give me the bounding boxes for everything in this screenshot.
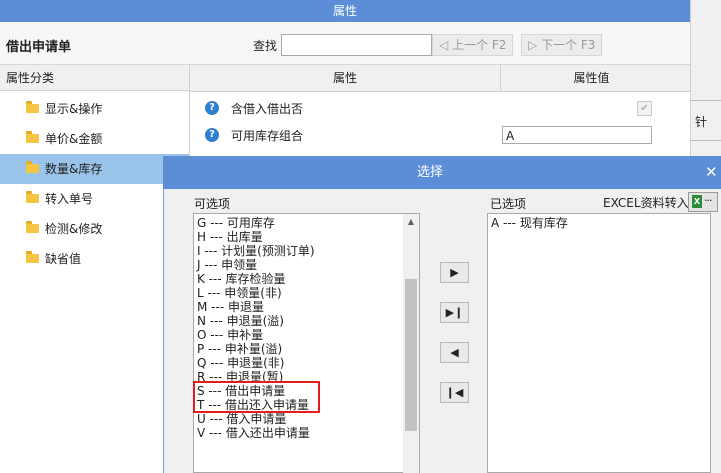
list-item[interactable]: G --- 可用库存 (197, 216, 275, 230)
folder-icon (26, 131, 39, 143)
right-panel-glyph: 针 (695, 115, 708, 129)
category-item-quantity[interactable]: 数量&库存 (0, 154, 189, 184)
list-item[interactable]: V --- 借入还出申请量 (197, 426, 310, 440)
folder-icon (26, 161, 39, 173)
category-label: 显示&操作 (45, 102, 103, 116)
help-icon[interactable]: ? (205, 101, 219, 115)
excel-import-button[interactable]: X ··· (688, 192, 718, 212)
property-value-field[interactable]: A (502, 126, 652, 144)
highlight-box (193, 381, 320, 413)
excel-import-label: EXCEL资料转入 (603, 196, 689, 210)
ellipsis-icon: ··· (704, 194, 712, 207)
add-all-button[interactable]: ▶❙ (440, 302, 469, 323)
column-header-attribute: 属性 (190, 65, 501, 91)
find-input[interactable] (281, 34, 432, 56)
folder-icon (26, 101, 39, 113)
divider (691, 100, 721, 101)
dialog-title: 选择 (416, 165, 443, 180)
folder-icon (26, 221, 39, 233)
property-name: 可用库存组合 (231, 129, 304, 143)
next-icon: ▷ (528, 38, 538, 52)
category-label: 转入单号 (45, 192, 94, 206)
category-item-transfer[interactable]: 转入单号 (0, 184, 189, 214)
list-item[interactable]: L --- 申领量(非) (197, 286, 282, 300)
find-previous-label: 上一个 F2 (452, 38, 507, 52)
divider (691, 140, 721, 141)
list-item[interactable]: K --- 库存检验量 (197, 272, 286, 286)
category-label: 缺省值 (45, 252, 82, 266)
find-next-button[interactable]: ▷ 下一个 F3 (521, 34, 603, 56)
list-item[interactable]: N --- 申退量(溢) (197, 314, 284, 328)
list-item[interactable]: A --- 现有库存 (491, 216, 568, 230)
category-item-check[interactable]: 检测&修改 (0, 214, 189, 244)
category-label: 数量&库存 (45, 162, 103, 176)
add-button[interactable]: ▶ (440, 262, 469, 283)
scroll-up-icon[interactable]: ▲ (403, 214, 419, 230)
column-header-value: 属性值 (573, 71, 610, 85)
scrollbar-thumb[interactable] (405, 279, 417, 431)
category-label: 单价&金额 (45, 132, 103, 146)
list-item[interactable]: M --- 申退量 (197, 300, 264, 314)
find-next-label: 下一个 F3 (541, 38, 596, 52)
folder-icon (26, 191, 39, 203)
property-name: 含借入借出否 (231, 102, 304, 116)
document-title: 借出申请单 (6, 40, 72, 55)
available-label: 可选项 (194, 197, 231, 211)
list-item[interactable]: J --- 申领量 (197, 258, 257, 272)
remove-button[interactable]: ◀ (440, 342, 469, 363)
window-title: 属性 (332, 4, 357, 18)
remove-all-button[interactable]: ❙◀ (440, 382, 469, 403)
category-label: 检测&修改 (45, 222, 103, 236)
excel-icon: X (692, 195, 702, 208)
category-item-price[interactable]: 单价&金额 (0, 124, 189, 154)
category-header: 属性分类 (0, 65, 189, 91)
find-label: 查找 (253, 39, 278, 53)
find-previous-button[interactable]: ◁ 上一个 F2 (432, 34, 514, 56)
help-icon[interactable]: ? (205, 128, 219, 142)
list-item[interactable]: Q --- 申退量(非) (197, 356, 284, 370)
window-titlebar: 属性 (0, 0, 690, 22)
previous-icon: ◁ (439, 38, 449, 52)
list-item[interactable]: P --- 申补量(溢) (197, 342, 282, 356)
list-item[interactable]: I --- 计划量(预测订单) (197, 244, 315, 258)
available-list[interactable]: G --- 可用库存 H --- 出库量 I --- 计划量(预测订单) J -… (193, 213, 420, 473)
list-item[interactable]: O --- 申补量 (197, 328, 263, 342)
category-item-display[interactable]: 显示&操作 (0, 94, 189, 124)
list-item[interactable]: U --- 借入申请量 (197, 412, 286, 426)
property-checkbox[interactable]: ✔ (637, 101, 652, 116)
close-icon[interactable]: ✕ (705, 161, 721, 183)
list-item[interactable]: H --- 出库量 (197, 230, 263, 244)
chosen-label: 已选项 (490, 197, 527, 211)
folder-icon (26, 251, 39, 263)
category-item-defaults[interactable]: 缺省值 (0, 244, 189, 274)
chosen-list[interactable]: A --- 现有库存 (487, 213, 711, 473)
